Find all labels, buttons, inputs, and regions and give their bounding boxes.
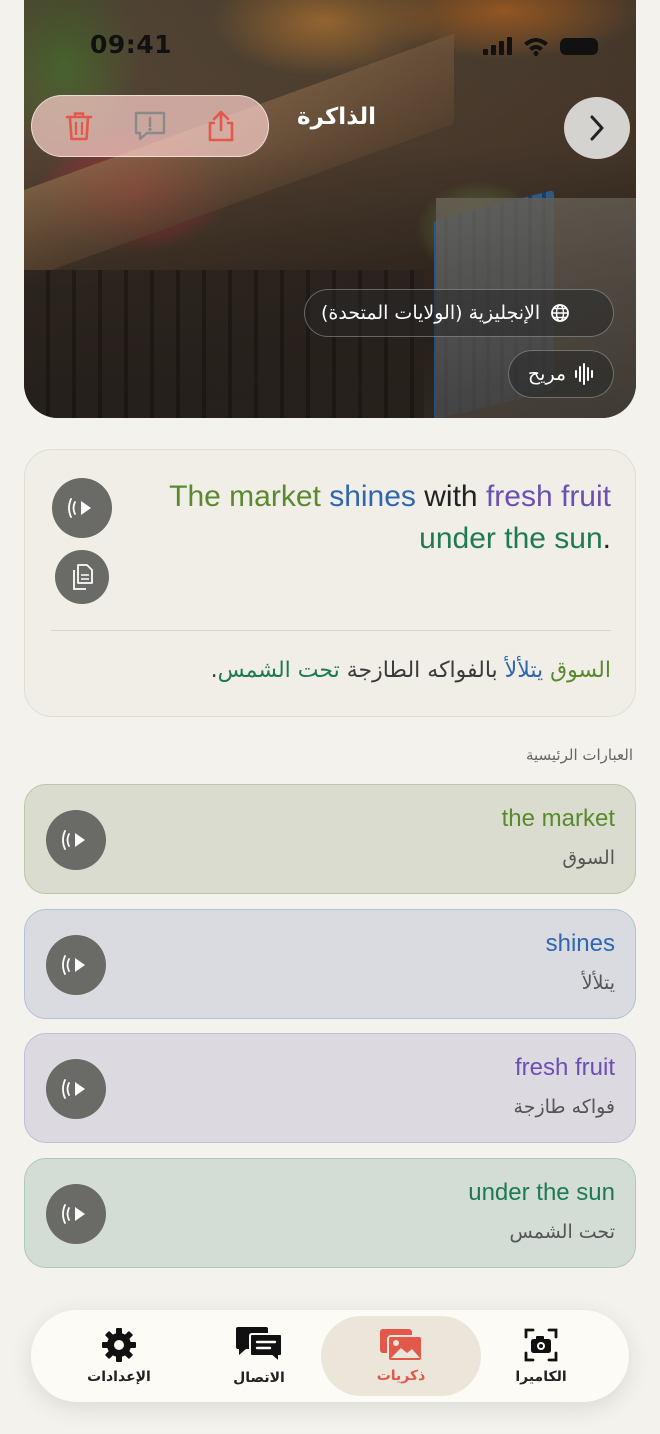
source-segment: بالفواكه الطازجة: [339, 658, 505, 683]
phrase-arabic: فواكه طازجة: [513, 1096, 615, 1118]
source-sentence: السوق يتلألأ بالفواكه الطازجة تحت الشمس.: [55, 658, 611, 683]
source-segment: تحت الشمس: [217, 658, 340, 683]
phrase-english: shines: [545, 930, 615, 957]
copy-button[interactable]: [55, 550, 109, 604]
voice-label: مريح: [527, 363, 567, 385]
status-icons: [483, 36, 598, 56]
globe-icon: [551, 304, 570, 322]
divider: [51, 630, 611, 631]
phrase-card[interactable]: the market السوق: [24, 784, 636, 894]
page-title: الذاكرة: [297, 104, 376, 130]
sentence-segment: under the sun: [419, 522, 603, 555]
share-icon[interactable]: [203, 108, 239, 144]
speaker-play-icon: [68, 498, 91, 518]
waveform-icon: [575, 363, 594, 385]
key-phrases-heading: العبارات الرئيسية: [525, 746, 633, 764]
phrase-card[interactable]: shines يتلألأ: [24, 909, 636, 1019]
copy-icon: [73, 564, 93, 590]
sentence-segment: [321, 480, 329, 513]
play-phrase-button[interactable]: [46, 1184, 106, 1244]
phrase-card[interactable]: fresh fruit فواكه طازجة: [24, 1033, 636, 1143]
tab-label: الاتصال: [233, 1370, 285, 1386]
source-segment: يتلألأ: [504, 658, 544, 683]
tab-label: الإعدادات: [87, 1369, 151, 1385]
source-segment: السوق: [550, 658, 611, 683]
chat-icon: [236, 1327, 283, 1364]
phrase-arabic: تحت الشمس: [509, 1221, 615, 1243]
memory-actions: [31, 95, 269, 157]
battery-icon: [560, 37, 598, 55]
chevron-right-icon: [590, 115, 604, 141]
report-icon[interactable]: [132, 108, 168, 144]
status-time: 09:41: [90, 30, 173, 59]
back-button[interactable]: [564, 97, 630, 159]
camera-icon: [524, 1328, 558, 1362]
language-label: الإنجليزية (الولايات المتحدة): [321, 302, 541, 324]
voice-chip[interactable]: مريح: [508, 350, 614, 398]
play-phrase-button[interactable]: [46, 1059, 106, 1119]
tab-camera[interactable]: الكاميرا: [461, 1316, 621, 1396]
sentence-segment: .: [602, 522, 611, 555]
source-segment: .: [210, 658, 218, 683]
trash-icon[interactable]: [61, 108, 97, 144]
play-sentence-button[interactable]: [52, 478, 112, 538]
language-chip[interactable]: الإنجليزية (الولايات المتحدة): [304, 289, 614, 337]
wifi-icon: [524, 38, 548, 56]
sentence-segment: with: [415, 480, 486, 513]
phrase-card[interactable]: under the sun تحت الشمس: [24, 1158, 636, 1268]
speaker-play-icon: [62, 1204, 85, 1224]
tab-label: ذكريات: [376, 1368, 426, 1384]
tab-bar: الإعدادات الاتصال ذكريات الكاميرا: [31, 1310, 629, 1402]
phrase-arabic: السوق: [562, 847, 615, 869]
speaker-play-icon: [62, 830, 85, 850]
photos-icon: [380, 1329, 423, 1362]
translated-sentence: The market shines with fresh fruit under…: [165, 476, 611, 560]
speaker-play-icon: [62, 955, 85, 975]
phrase-english: the market: [501, 805, 615, 832]
translation-card: The market shines with fresh fruit under…: [24, 449, 636, 717]
signal-icon: [483, 37, 512, 55]
phrase-english: fresh fruit: [514, 1054, 615, 1081]
tab-settings[interactable]: الإعدادات: [39, 1316, 199, 1396]
play-phrase-button[interactable]: [46, 810, 106, 870]
tab-contact[interactable]: الاتصال: [179, 1316, 339, 1396]
sentence-segment: The market: [169, 480, 321, 513]
speaker-play-icon: [62, 1079, 85, 1099]
tab-memories[interactable]: ذكريات: [321, 1316, 481, 1396]
sentence-segment: fresh fruit: [485, 480, 611, 513]
phrase-arabic: يتلألأ: [581, 972, 615, 994]
gear-icon: [102, 1328, 136, 1362]
sentence-segment: shines: [329, 480, 416, 513]
play-phrase-button[interactable]: [46, 935, 106, 995]
tab-label: الكاميرا: [515, 1369, 567, 1385]
phrase-english: under the sun: [468, 1179, 615, 1206]
